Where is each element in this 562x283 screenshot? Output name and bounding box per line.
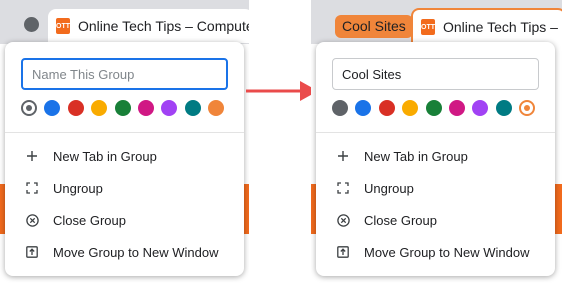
tab-title: Online Tech Tips – C	[443, 19, 562, 35]
move-window-icon	[25, 245, 39, 259]
menu-item-label: Close Group	[53, 212, 126, 228]
color-swatch-red[interactable]	[378, 100, 395, 116]
color-swatch-orange[interactable]	[519, 100, 536, 116]
menu-item-label: Close Group	[364, 212, 437, 228]
color-swatch-pink[interactable]	[449, 100, 465, 116]
group-name-input[interactable]	[332, 58, 539, 90]
tab-strip: OTT Online Tech Tips – Computer	[0, 0, 249, 44]
ungroup-icon	[336, 181, 350, 195]
menu-item-label: Ungroup	[364, 180, 414, 196]
color-swatch-green[interactable]	[425, 100, 442, 116]
ott-favicon-icon: OTT	[56, 18, 70, 34]
close-circle-icon	[336, 213, 350, 227]
move-window-icon	[336, 245, 350, 259]
menu-item-move-group-to-new-window[interactable]: Move Group to New Window	[316, 236, 555, 268]
color-swatch-cyan[interactable]	[184, 100, 201, 116]
tab-strip: Cool Sites OTT Online Tech Tips – C	[311, 0, 562, 44]
color-swatch-yellow[interactable]	[91, 100, 108, 116]
plus-icon	[25, 149, 39, 163]
color-swatch-grey[interactable]	[332, 100, 348, 116]
menu-item-label: Move Group to New Window	[364, 244, 530, 260]
tab-group-editor: New Tab in Group Ungroup Close Group Move G…	[316, 42, 555, 276]
divider	[5, 132, 244, 133]
color-swatch-grey[interactable]	[21, 100, 37, 116]
menu-item-new-tab-in-group[interactable]: New Tab in Group	[5, 140, 244, 172]
after-panel: Cool Sites OTT Online Tech Tips – C New …	[311, 0, 562, 283]
tab-group-chip[interactable]: Cool Sites	[335, 15, 413, 38]
tab-title: Online Tech Tips – Computer	[78, 18, 249, 34]
color-swatch-green[interactable]	[114, 100, 131, 116]
arrow-right-icon	[246, 81, 318, 101]
color-swatch-cyan[interactable]	[495, 100, 512, 116]
color-swatch-red[interactable]	[67, 100, 84, 116]
menu-item-label: New Tab in Group	[364, 148, 468, 164]
menu-item-move-group-to-new-window[interactable]: Move Group to New Window	[5, 236, 244, 268]
color-swatch-purple[interactable]	[161, 100, 178, 116]
close-circle-icon	[25, 213, 39, 227]
color-swatch-pink[interactable]	[138, 100, 154, 116]
menu-item-label: New Tab in Group	[53, 148, 157, 164]
color-swatch-blue[interactable]	[44, 100, 61, 116]
menu-item-ungroup[interactable]: Ungroup	[5, 172, 244, 204]
color-swatch-blue[interactable]	[355, 100, 372, 116]
color-swatch-orange[interactable]	[208, 100, 225, 116]
color-swatch-purple[interactable]	[472, 100, 489, 116]
menu-item-label: Move Group to New Window	[53, 244, 219, 260]
tab-group-dot[interactable]	[24, 17, 39, 32]
browser-tab[interactable]: OTT Online Tech Tips – C	[411, 8, 562, 44]
menu-item-ungroup[interactable]: Ungroup	[316, 172, 555, 204]
before-panel: OTT Online Tech Tips – Computer New Tab …	[0, 0, 249, 283]
ott-favicon-icon: OTT	[421, 19, 435, 35]
menu-item-close-group[interactable]: Close Group	[5, 204, 244, 236]
color-swatch-yellow[interactable]	[402, 100, 419, 116]
ungroup-icon	[25, 181, 39, 195]
group-name-input[interactable]	[21, 58, 228, 90]
menu-item-close-group[interactable]: Close Group	[316, 204, 555, 236]
menu-item-label: Ungroup	[53, 180, 103, 196]
tab-group-editor: New Tab in Group Ungroup Close Group Move G…	[5, 42, 244, 276]
menu-item-new-tab-in-group[interactable]: New Tab in Group	[316, 140, 555, 172]
browser-tab[interactable]: OTT Online Tech Tips – Computer	[48, 9, 249, 43]
divider	[316, 132, 555, 133]
plus-icon	[336, 149, 350, 163]
